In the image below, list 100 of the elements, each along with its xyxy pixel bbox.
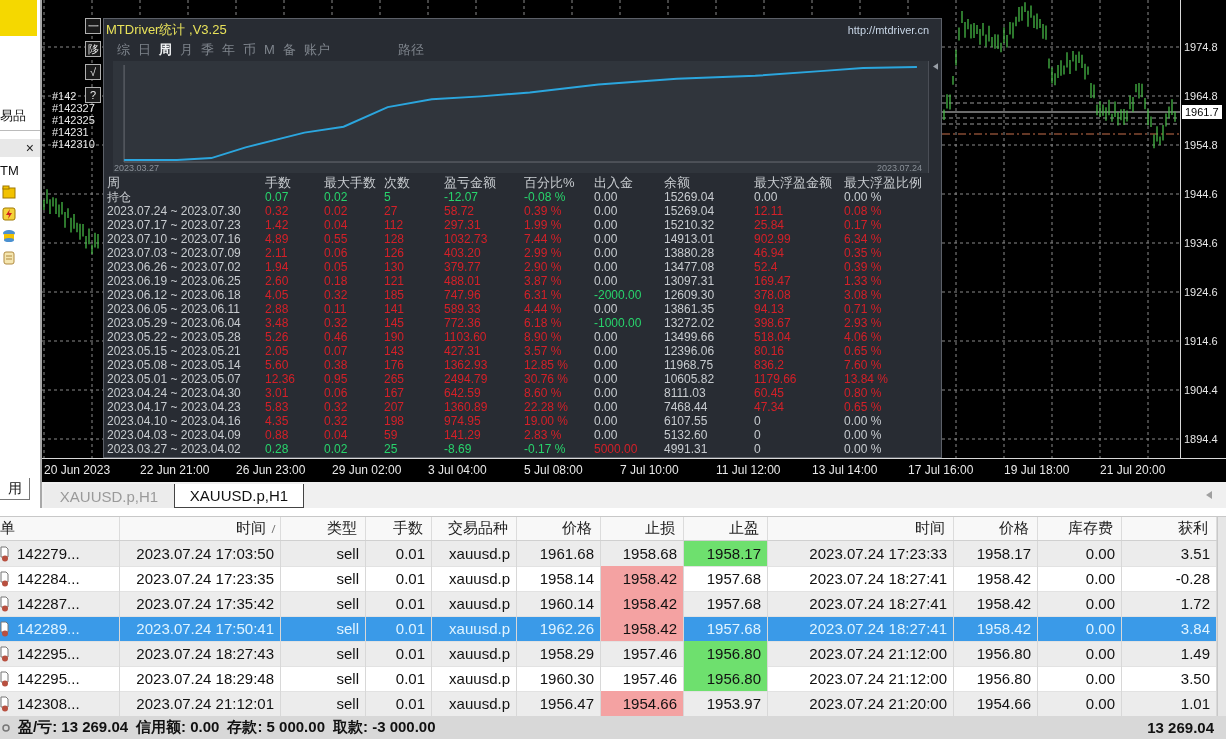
count-cell: 207 <box>384 400 405 414</box>
column-header[interactable]: 时间 <box>915 519 945 538</box>
period-cell: 2023.03.27 ~ 2023.04.02 <box>107 442 241 456</box>
column-header: 最大浮盈比例 <box>844 176 922 190</box>
price-axis-label: 1894.4 <box>1184 432 1218 446</box>
period-tab[interactable]: 月 <box>180 42 193 58</box>
period-tab[interactable]: M <box>264 42 275 58</box>
folder-icon[interactable] <box>2 185 16 199</box>
order-row[interactable]: 142284... 2023.07.24 17:23:35 sell 0.01 xauusd.p 1958.14 1958.42 1957.68 2023.07.24 18:27:41 1958.42 0.00 -0.28 <box>0 566 1217 591</box>
lots-cell: 5.83 <box>265 400 289 414</box>
max-float-percent-cell: 3.08 % <box>844 288 882 302</box>
pnl-cell: 427.31 <box>444 344 481 358</box>
period-tab[interactable]: 年 <box>222 42 235 58</box>
max-float-cell: 1179.66 <box>754 372 797 386</box>
price-axis-label: 1954.8 <box>1184 138 1218 152</box>
column-header[interactable]: 价格 <box>562 519 592 538</box>
order-row[interactable]: 142308... 2023.07.24 21:12:01 sell 0.01 xauusd.p 1956.47 1954.66 1953.97 2023.07.24 21:20:00 1954.66 0.00 1.01 <box>0 691 1217 716</box>
period-tab[interactable]: 季 <box>201 42 214 58</box>
time-axis-label: 11 Jul 12:00 <box>716 462 782 479</box>
period-tab[interactable]: 账户 <box>303 42 330 58</box>
balance-cell: 6107.55 <box>664 414 708 428</box>
percent-cell: -0.08 % <box>524 190 566 204</box>
scroll-icon[interactable] <box>2 251 16 265</box>
panel-side-button[interactable]: √ <box>85 64 101 80</box>
max-float-percent-cell: 0.00 % <box>844 428 882 442</box>
period-cell: 2023.06.26 ~ 2023.07.02 <box>107 260 241 274</box>
left-arrow-icon[interactable] <box>932 63 938 70</box>
period-tab[interactable]: 日 <box>138 42 151 58</box>
vertical-scrollbar[interactable] <box>1217 517 1226 716</box>
count-cell: 112 <box>384 218 404 232</box>
path-tab[interactable]: 路径 <box>397 42 424 58</box>
count-cell: 145 <box>384 316 405 330</box>
period-cell: 2023.05.08 ~ 2023.05.14 <box>107 358 241 372</box>
price-axis-label: 1924.6 <box>1184 285 1218 299</box>
order-number: 142295... <box>17 644 80 664</box>
price-axis-label: 1964.8 <box>1184 89 1218 103</box>
percent-cell: 30.76 % <box>524 372 569 386</box>
period-cell: 2023.07.17 ~ 2023.07.23 <box>107 218 241 232</box>
order-number: 142279... <box>17 544 80 564</box>
column-header[interactable]: 单 <box>0 519 15 538</box>
period-cell: 2023.06.12 ~ 2023.06.18 <box>107 288 241 302</box>
panel-side-button[interactable]: 陊 <box>85 41 101 57</box>
deposit-cell: 5000.00 <box>594 442 638 456</box>
deposit-cell: 0.00 <box>594 246 618 260</box>
max-lots-cell: 0.04 <box>324 218 348 232</box>
max-float-cell: 80.16 <box>754 344 785 358</box>
column-header[interactable]: 类型 <box>327 519 357 538</box>
max-lots-cell: 0.06 <box>324 246 348 260</box>
stack-icon[interactable] <box>2 229 16 243</box>
order-row[interactable]: 142295... 2023.07.24 18:27:43 sell 0.01 xauusd.p 1958.29 1957.46 1956.80 2023.07.24 21:12:00 1956.80 0.00 1.49 <box>0 641 1217 666</box>
max-float-percent-cell: 0.08 % <box>844 204 882 218</box>
column-header[interactable]: 止损 <box>645 519 675 538</box>
pnl-cell: 297.31 <box>444 218 481 232</box>
max-float-percent-cell: 0.35 % <box>844 246 882 260</box>
column-header[interactable]: 止盈 <box>729 519 759 538</box>
status-item: 盈/亏: 13 269.04 <box>18 718 129 737</box>
total-profit: 13 269.04 <box>1147 719 1214 736</box>
percent-cell: 2.99 % <box>524 246 562 260</box>
panel-tab[interactable]: 用 <box>0 478 30 500</box>
period-tab[interactable]: 币 <box>243 42 256 58</box>
pnl-cell: 1103.60 <box>444 330 487 344</box>
pnl-cell: 141.29 <box>444 428 481 442</box>
max-float-percent-cell: 0.80 % <box>844 386 882 400</box>
panel-side-button[interactable]: ? <box>85 87 101 103</box>
stop-loss-cell: 1958.42 <box>601 591 684 617</box>
percent-cell: 1.99 % <box>524 218 562 232</box>
max-lots-cell: 0.05 <box>324 260 348 274</box>
max-float-cell: 902.99 <box>754 232 791 246</box>
order-row[interactable]: 142289... 2023.07.24 17:50:41 sell 0.01 xauusd.p 1962.26 1958.42 1957.68 2023.07.24 18:27:41 1958.42 0.00 3.84 <box>0 616 1217 641</box>
column-header[interactable]: 获利 <box>1178 519 1208 538</box>
order-row[interactable]: 142279... 2023.07.24 17:03:50 sell 0.01 xauusd.p 1961.68 1958.68 1958.17 2023.07.24 17:23:33 1958.17 0.00 3.51 <box>0 541 1217 566</box>
count-cell: 128 <box>384 232 405 246</box>
column-header[interactable]: 交易品种 <box>448 519 508 538</box>
document-icon <box>0 695 9 712</box>
column-header: 余额 <box>664 176 690 190</box>
column-header: 盈亏金额 <box>444 176 496 190</box>
order-row[interactable]: 142295... 2023.07.24 18:29:48 sell 0.01 xauusd.p 1960.30 1957.46 1956.80 2023.07.24 21:12:00 1956.80 0.00 3.50 <box>0 666 1217 691</box>
scroll-left-icon[interactable] <box>1206 491 1212 499</box>
percent-cell: 6.31 % <box>524 288 562 302</box>
chart-tab[interactable]: XAUUSD.p,H1 <box>174 484 304 508</box>
column-header[interactable]: 库存费 <box>1068 519 1113 538</box>
pnl-cell: 589.33 <box>444 302 481 316</box>
percent-cell: 8.90 % <box>524 330 562 344</box>
column-header[interactable]: 时间 <box>236 519 276 538</box>
column-header[interactable]: 手数 <box>393 519 423 538</box>
status-item: 信用额: 0.00 <box>136 718 220 737</box>
order-label: #142327 <box>52 103 95 114</box>
period-tab[interactable]: 周 <box>159 42 172 58</box>
order-row[interactable]: 142287... 2023.07.24 17:35:42 sell 0.01 xauusd.p 1960.14 1958.42 1957.68 2023.07.24 18:27:41 1958.42 0.00 1.72 <box>0 591 1217 616</box>
lots-cell: 0.32 <box>265 204 289 218</box>
period-tab[interactable]: 综 <box>117 42 130 58</box>
lightning-icon[interactable] <box>2 207 16 221</box>
take-profit-cell: 1956.80 <box>684 641 768 667</box>
max-lots-cell: 0.32 <box>324 288 348 302</box>
panel-side-button[interactable]: 一 <box>85 18 101 34</box>
percent-cell: -0.17 % <box>524 442 566 456</box>
pnl-cell: -12.07 <box>444 190 479 204</box>
period-tab[interactable]: 备 <box>282 42 296 58</box>
column-header[interactable]: 价格 <box>999 519 1029 538</box>
website-link[interactable]: http://mtdriver.cn <box>847 24 929 36</box>
